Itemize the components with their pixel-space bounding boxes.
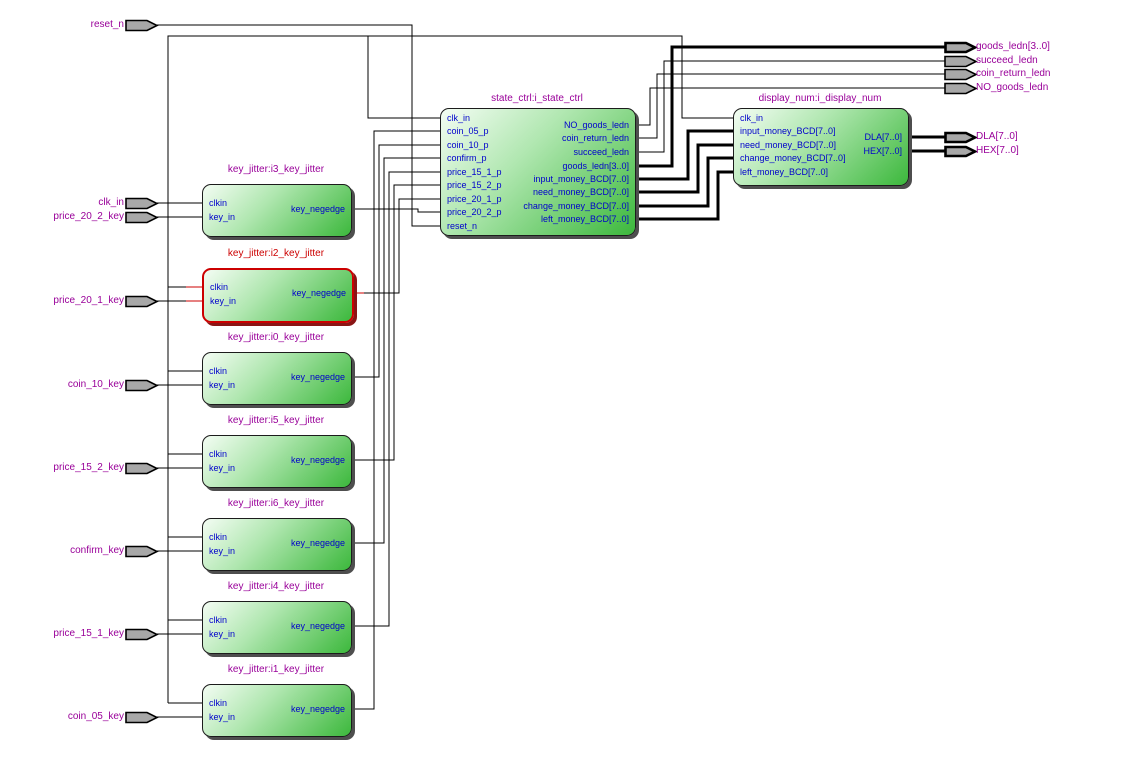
port-clkin: clkin [209,449,228,459]
port-need-money-bcd: need_money_BCD[7..0] [740,140,837,150]
port-coin-05-p: coin_05_p [447,126,489,136]
input-pin-coin-10-key[interactable] [125,379,159,392]
port-key-negedge: key_negedge [290,704,345,714]
port-key-in: key_in [209,712,236,722]
input-pin-label: coin_10_key [67,379,124,390]
block-key-jitter-i2[interactable]: clkin key_in key_negedge [202,268,354,323]
output-pin-goods-ledn[interactable] [944,41,978,54]
port-key-negedge: key_negedge [290,372,345,382]
port-price-15-2-p: price_15_2_p [447,180,502,190]
port-need-money-bcd: need_money_BCD[7..0] [532,187,629,197]
input-pin-label: price_15_1_key [53,628,124,639]
block-key-jitter-i0[interactable]: clkin key_in key_negedge [202,352,352,405]
block-title-i3: key_jitter:i3_key_jitter [227,164,325,175]
block-key-jitter-i4[interactable]: clkin key_in key_negedge [202,601,352,654]
input-pin-label: price_15_2_key [53,462,124,473]
port-reset-n: reset_n [447,221,478,231]
input-pin-coin-05-key[interactable] [125,711,159,724]
output-pin-label: coin_return_ledn [976,68,1051,79]
port-price-15-1-p: price_15_1_p [447,167,502,177]
block-key-jitter-i3[interactable]: clkin key_in key_negedge [202,184,352,237]
port-clkin: clkin [210,282,229,292]
output-pin-coin-return-ledn[interactable] [944,68,978,81]
block-title-i4: key_jitter:i4_key_jitter [227,581,325,592]
port-confirm-p: confirm_p [447,153,487,163]
block-key-jitter-i1[interactable]: clkin key_in key_negedge [202,684,352,737]
output-pin-label: DLA[7..0] [976,131,1018,142]
block-title-state-ctrl: state_ctrl:i_state_ctrl [491,93,583,104]
block-key-jitter-i6[interactable]: clkin key_in key_negedge [202,518,352,571]
block-display-num[interactable]: clk_in input_money_BCD[7..0] need_money_… [733,108,909,186]
input-pin-label: confirm_key [70,545,124,556]
port-coin-return-ledn: coin_return_ledn [561,133,629,143]
port-price-20-1-p: price_20_1_p [447,194,502,204]
port-key-negedge: key_negedge [290,538,345,548]
port-key-in: key_in [209,212,236,222]
port-change-money-bcd: change_money_BCD[7..0] [523,201,629,211]
port-clkin: clkin [209,198,228,208]
port-key-in: key_in [209,629,236,639]
output-pin-label: goods_ledn[3..0] [976,41,1050,52]
block-title-i1: key_jitter:i1_key_jitter [227,664,325,675]
input-pin-price-20-2-key[interactable] [125,211,159,224]
input-pin-price-15-2-key[interactable] [125,462,159,475]
block-title-i2: key_jitter:i2_key_jitter [227,248,325,259]
port-key-in: key_in [210,296,237,306]
input-pin-label: coin_05_key [67,711,124,722]
port-left-money-bcd: left_money_BCD[7..0] [540,214,629,224]
port-key-in: key_in [209,463,236,473]
input-pin-confirm-key[interactable] [125,545,159,558]
block-title-i6: key_jitter:i6_key_jitter [227,498,325,509]
schematic-canvas: reset_n clk_in price_20_2_key price_20_1… [0,0,1145,776]
input-pin-price-20-1-key[interactable] [125,295,159,308]
block-title-i0: key_jitter:i0_key_jitter [227,332,325,343]
port-clk-in: clk_in [447,113,471,123]
port-input-money-bcd: input_money_BCD[7..0] [533,174,629,184]
output-pin-label: HEX[7..0] [976,145,1019,156]
port-key-negedge: key_negedge [290,204,345,214]
port-input-money-bcd: input_money_BCD[7..0] [740,126,836,136]
output-pin-hex[interactable] [944,145,978,158]
output-pin-label: NO_goods_ledn [976,82,1049,93]
port-clkin: clkin [209,532,228,542]
port-left-money-bcd: left_money_BCD[7..0] [740,167,829,177]
port-coin-10-p: coin_10_p [447,140,489,150]
block-key-jitter-i5[interactable]: clkin key_in key_negedge [202,435,352,488]
port-goods-ledn: goods_ledn[3..0] [562,161,629,171]
block-title-display-num: display_num:i_display_num [758,93,882,104]
port-price-20-2-p: price_20_2_p [447,207,502,217]
input-pin-label: reset_n [90,19,124,30]
port-key-negedge: key_negedge [290,621,345,631]
input-pin-label: clk_in [98,197,124,208]
port-hex: HEX[7..0] [863,146,902,156]
port-clkin: clkin [209,698,228,708]
port-succeed-ledn: succeed_ledn [573,147,629,157]
input-pin-label: price_20_1_key [53,295,124,306]
input-pin-price-15-1-key[interactable] [125,628,159,641]
port-key-in: key_in [209,380,236,390]
input-pin-clk-in[interactable] [125,197,159,210]
block-title-i5: key_jitter:i5_key_jitter [227,415,325,426]
port-clkin: clkin [209,366,228,376]
block-state-ctrl[interactable]: clk_in coin_05_p coin_10_p confirm_p pri… [440,108,636,236]
output-pin-succeed-ledn[interactable] [944,55,978,68]
output-pin-label: succeed_ledn [976,55,1038,66]
output-pin-dla[interactable] [944,131,978,144]
input-pin-reset-n[interactable] [125,19,159,32]
input-pin-label: price_20_2_key [53,211,124,222]
port-key-negedge: key_negedge [291,288,346,298]
port-dla: DLA[7..0] [864,132,902,142]
output-pin-no-goods-ledn[interactable] [944,82,978,95]
port-clkin: clkin [209,615,228,625]
port-key-negedge: key_negedge [290,455,345,465]
port-clk-in: clk_in [740,113,764,123]
port-no-goods-ledn: NO_goods_ledn [563,120,629,130]
port-key-in: key_in [209,546,236,556]
port-change-money-bcd: change_money_BCD[7..0] [740,153,846,163]
